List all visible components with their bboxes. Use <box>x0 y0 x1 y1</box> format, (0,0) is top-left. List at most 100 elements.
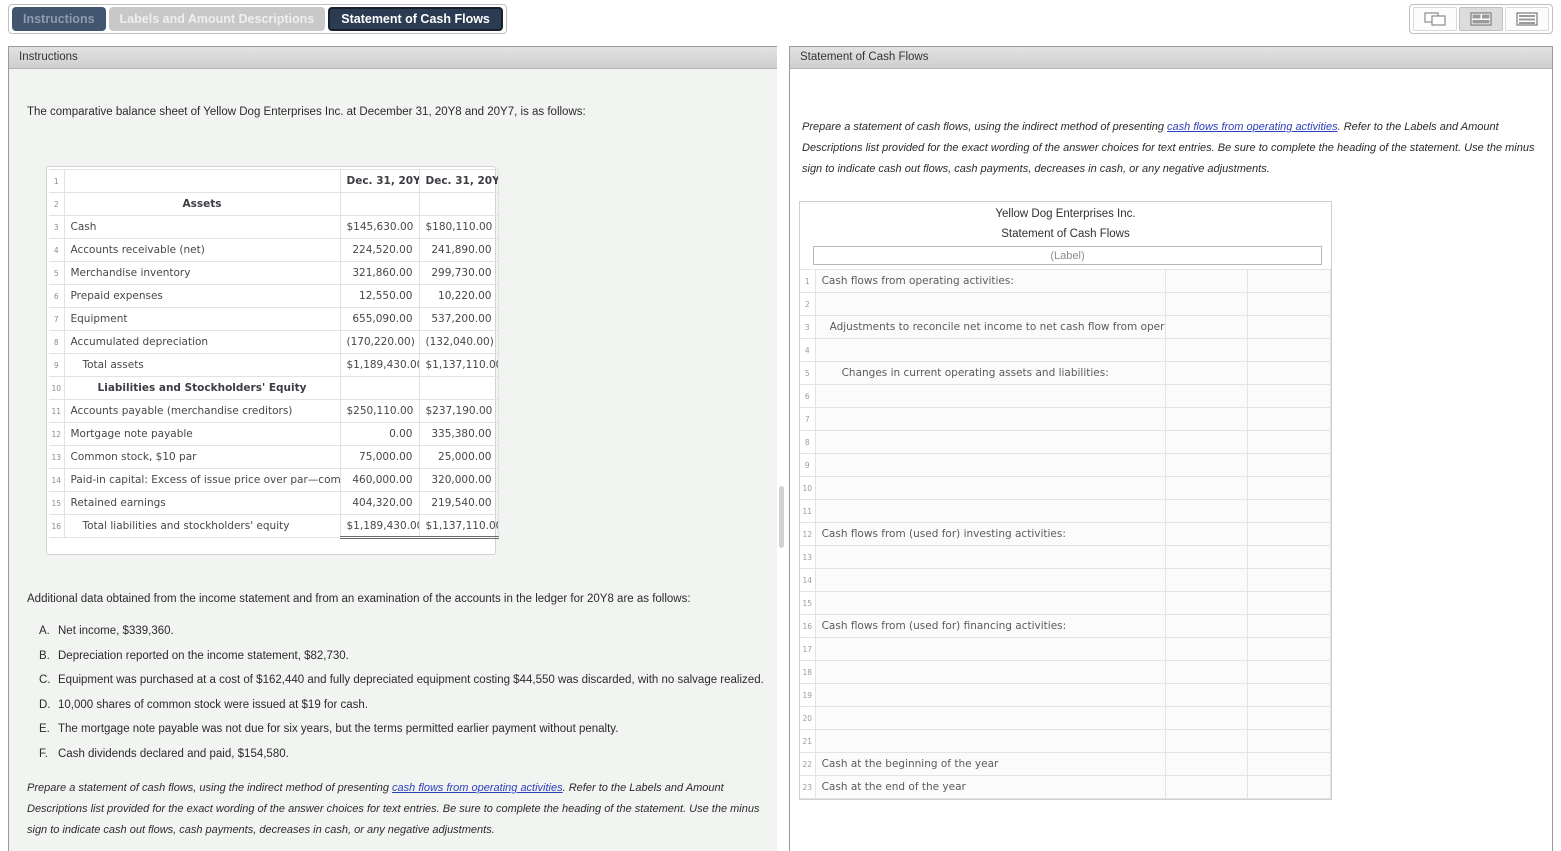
prepare-instructions-left: Prepare a statement of cash flows, using… <box>27 778 779 841</box>
worksheet-amount-cell-c1[interactable] <box>1164 453 1249 477</box>
worksheet-row-label-cell[interactable] <box>814 637 1166 661</box>
worksheet-amount-cell-c1[interactable] <box>1164 614 1249 638</box>
row-value-c2: 10,220.00 <box>418 284 499 308</box>
worksheet-amount-cell-c1[interactable] <box>1164 683 1249 707</box>
worksheet-amount-cell-c2[interactable] <box>1247 430 1331 454</box>
worksheet-row-label-cell[interactable]: Cash at the beginning of the year <box>814 752 1166 776</box>
worksheet-row-label-cell[interactable] <box>814 292 1166 316</box>
worksheet-amount-cell-c1[interactable] <box>1164 637 1249 661</box>
worksheet-amount-cell-c1[interactable] <box>1164 476 1249 500</box>
worksheet-amount-cell-c2[interactable] <box>1247 384 1331 408</box>
worksheet-amount-cell-c2[interactable] <box>1247 637 1331 661</box>
panel-overlap-icon-button[interactable] <box>1413 7 1457 31</box>
cash-flows-operating-activities-link-right[interactable]: cash flows from operating activities <box>1167 121 1338 133</box>
worksheet-row-label-cell[interactable] <box>814 384 1166 408</box>
row-label: Cash <box>63 215 341 239</box>
worksheet-amount-cell-c2[interactable] <box>1247 453 1331 477</box>
worksheet-row-label-cell[interactable] <box>814 568 1166 592</box>
cash-flows-operating-activities-link-left[interactable]: cash flows from operating activities <box>392 782 563 794</box>
list-item: A. Net income, $339,360. <box>39 625 764 637</box>
worksheet-row-label-cell[interactable]: Changes in current operating assets and … <box>814 361 1166 385</box>
worksheet-label-input[interactable]: (Label) <box>813 246 1322 265</box>
worksheet-row-label-cell[interactable]: Cash flows from operating activities: <box>814 269 1166 293</box>
stacked-rows-icon-button[interactable] <box>1505 7 1549 31</box>
worksheet-amount-cell-c2[interactable] <box>1247 269 1331 293</box>
worksheet-amount-cell-c2[interactable] <box>1247 775 1331 799</box>
worksheet-amount-cell-c1[interactable] <box>1164 775 1249 799</box>
worksheet-row-label-cell[interactable] <box>814 453 1166 477</box>
worksheet-amount-cell-c1[interactable] <box>1164 292 1249 316</box>
worksheet-amount-cell-c1[interactable] <box>1164 384 1249 408</box>
worksheet-amount-cell-c1[interactable] <box>1164 522 1249 546</box>
tab-instructions[interactable]: Instructions <box>12 7 106 31</box>
panel-splitter[interactable] <box>777 46 786 851</box>
worksheet-amount-cell-c2[interactable] <box>1247 522 1331 546</box>
worksheet-amount-cell-c1[interactable] <box>1164 499 1249 523</box>
worksheet-amount-cell-c1[interactable] <box>1164 269 1249 293</box>
worksheet-amount-cell-c1[interactable] <box>1164 568 1249 592</box>
row-number: 1 <box>800 269 816 293</box>
worksheet-amount-cell-c2[interactable] <box>1247 499 1331 523</box>
list-item: B. Depreciation reported on the income st… <box>39 650 764 662</box>
worksheet-row-label-cell[interactable]: Cash flows from (used for) investing act… <box>814 522 1166 546</box>
worksheet-amount-cell-c1[interactable] <box>1164 660 1249 684</box>
row-number: 13 <box>49 445 65 469</box>
worksheet-row-label-cell[interactable] <box>814 729 1166 753</box>
worksheet-amount-cell-c2[interactable] <box>1247 476 1331 500</box>
worksheet-row-label-cell[interactable] <box>814 706 1166 730</box>
worksheet-amount-cell-c1[interactable] <box>1164 315 1249 339</box>
worksheet-amount-cell-c1[interactable] <box>1164 545 1249 569</box>
worksheet-row-label-cell[interactable] <box>814 660 1166 684</box>
worksheet-amount-cell-c2[interactable] <box>1247 729 1331 753</box>
worksheet-amount-cell-c2[interactable] <box>1247 338 1331 362</box>
worksheet-amount-cell-c1[interactable] <box>1164 407 1249 431</box>
row-number: 5 <box>800 361 816 385</box>
instructions-intro-text: The comparative balance sheet of Yellow … <box>27 106 586 118</box>
row-number: 12 <box>49 422 65 446</box>
worksheet-row-label-cell[interactable] <box>814 407 1166 431</box>
worksheet-amount-cell-c1[interactable] <box>1164 430 1249 454</box>
worksheet-amount-cell-c2[interactable] <box>1247 315 1331 339</box>
row-value-c2 <box>418 192 499 216</box>
worksheet-amount-cell-c2[interactable] <box>1247 683 1331 707</box>
worksheet-amount-cell-c2[interactable] <box>1247 568 1331 592</box>
worksheet-amount-cell-c1[interactable] <box>1164 591 1249 615</box>
row-label: Prepaid expenses <box>63 284 341 308</box>
row-number: 1 <box>49 169 65 193</box>
worksheet-row-label-cell[interactable] <box>814 338 1166 362</box>
row-number: 8 <box>49 330 65 354</box>
worksheet-amount-cell-c2[interactable] <box>1247 591 1331 615</box>
worksheet-row-label-cell[interactable] <box>814 545 1166 569</box>
worksheet-row-label-cell[interactable]: Adjustments to reconcile net income to n… <box>814 315 1166 339</box>
worksheet-amount-cell-c2[interactable] <box>1247 545 1331 569</box>
split-horizontal-icon-button[interactable] <box>1459 7 1503 31</box>
balance-sheet-table: 1Dec. 31, 20Y8Dec. 31, 20Y72Assets3Cash$… <box>49 169 499 552</box>
worksheet-row-label-cell[interactable] <box>814 430 1166 454</box>
worksheet-amount-cell-c2[interactable] <box>1247 361 1331 385</box>
worksheet-row-label-cell[interactable] <box>814 476 1166 500</box>
row-number: 9 <box>800 453 816 477</box>
row-value-c1 <box>339 192 420 216</box>
worksheet-row-label-cell[interactable] <box>814 683 1166 707</box>
worksheet-amount-cell-c2[interactable] <box>1247 407 1331 431</box>
worksheet-amount-cell-c1[interactable] <box>1164 706 1249 730</box>
worksheet-amount-cell-c2[interactable] <box>1247 660 1331 684</box>
tab-statement-of-cash-flows[interactable]: Statement of Cash Flows <box>328 7 503 31</box>
worksheet-amount-cell-c1[interactable] <box>1164 361 1249 385</box>
worksheet-amount-cell-c2[interactable] <box>1247 752 1331 776</box>
worksheet-amount-cell-c1[interactable] <box>1164 752 1249 776</box>
tab-labels-and-amount-descriptions[interactable]: Labels and Amount Descriptions <box>108 7 326 31</box>
row-number: 15 <box>49 491 65 515</box>
worksheet-row-label-cell[interactable] <box>814 591 1166 615</box>
worksheet-amount-cell-c2[interactable] <box>1247 292 1331 316</box>
splitter-handle[interactable] <box>779 486 784 548</box>
worksheet-amount-cell-c1[interactable] <box>1164 338 1249 362</box>
row-label: Liabilities and Stockholders' Equity <box>63 376 341 400</box>
worksheet-amount-cell-c2[interactable] <box>1247 706 1331 730</box>
row-number: 6 <box>49 284 65 308</box>
worksheet-amount-cell-c1[interactable] <box>1164 729 1249 753</box>
worksheet-row-label-cell[interactable] <box>814 499 1166 523</box>
worksheet-row-label-cell[interactable]: Cash flows from (used for) financing act… <box>814 614 1166 638</box>
worksheet-row-label-cell[interactable]: Cash at the end of the year <box>814 775 1166 799</box>
worksheet-amount-cell-c2[interactable] <box>1247 614 1331 638</box>
